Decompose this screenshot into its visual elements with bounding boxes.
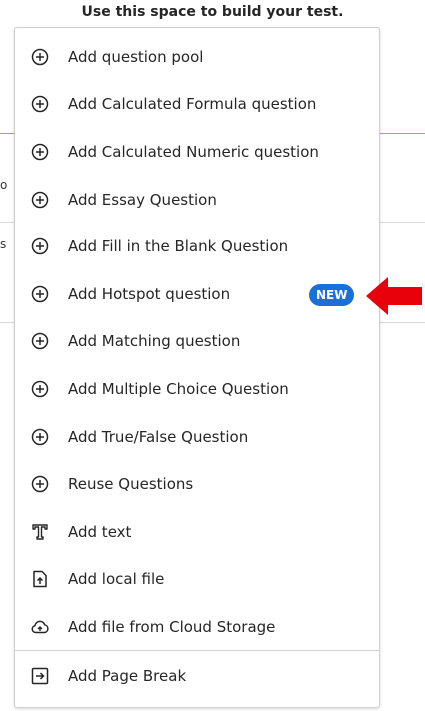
cloud-upload-icon: [31, 618, 49, 636]
menu-item-add-page-break[interactable]: Add Page Break: [15, 654, 379, 698]
plus-circle-icon: [31, 237, 49, 255]
menu-item-label: Add Hotspot question: [68, 285, 231, 303]
menu-item-label: Add file from Cloud Storage: [68, 618, 276, 636]
menu-item-label: Reuse Questions: [68, 475, 194, 493]
new-badge: NEW: [309, 284, 355, 306]
plus-circle-icon: [31, 95, 49, 113]
plus-circle-icon: [31, 380, 49, 398]
plus-circle-icon: [31, 191, 49, 209]
menu-item-label: Add Multiple Choice Question: [68, 380, 289, 398]
menu-item-reuse-questions[interactable]: Reuse Questions: [15, 462, 379, 506]
menu-item-add-calculated-formula[interactable]: Add Calculated Formula question: [15, 82, 379, 126]
menu-item-add-multiple-choice[interactable]: Add Multiple Choice Question: [15, 367, 379, 411]
background-text: s: [0, 237, 7, 251]
plus-circle-icon: [31, 428, 49, 446]
menu-item-add-true-false[interactable]: Add True/False Question: [15, 415, 379, 459]
menu-item-label: Add True/False Question: [68, 428, 249, 446]
plus-circle-icon: [31, 48, 49, 66]
plus-circle-icon: [31, 285, 49, 303]
menu-item-label: Add Calculated Numeric question: [68, 143, 319, 161]
menu-item-label: Add Fill in the Blank Question: [68, 237, 289, 255]
red-arrow-pointer: [366, 277, 422, 315]
menu-item-add-essay[interactable]: Add Essay Question: [15, 178, 379, 222]
menu-item-add-calculated-numeric[interactable]: Add Calculated Numeric question: [15, 130, 379, 174]
background-text: o: [0, 178, 8, 192]
menu-item-label: Add Calculated Formula question: [68, 95, 317, 113]
menu-item-add-text[interactable]: Add text: [15, 510, 379, 554]
menu-item-add-file-from-cloud[interactable]: Add file from Cloud Storage: [15, 605, 379, 649]
menu-item-add-matching[interactable]: Add Matching question: [15, 319, 379, 363]
menu-item-label: Add local file: [68, 570, 165, 588]
file-upload-icon: [31, 570, 49, 588]
menu-item-add-local-file[interactable]: Add local file: [15, 557, 379, 601]
menu-item-add-question-pool[interactable]: Add question pool: [15, 35, 379, 79]
plus-circle-icon: [31, 475, 49, 493]
menu-item-label: Add Matching question: [68, 332, 241, 350]
page-break-icon: [31, 667, 49, 685]
page-header: Use this space to build your test.: [81, 4, 344, 20]
plus-circle-icon: [31, 143, 49, 161]
text-icon: [31, 523, 49, 541]
menu-item-label: Add text: [68, 523, 132, 541]
add-content-menu: Add question pool Add Calculated Formula…: [14, 27, 380, 708]
menu-divider: [15, 650, 379, 651]
menu-item-add-hotspot[interactable]: Add Hotspot question NEW: [15, 272, 379, 316]
menu-item-add-fill-in-the-blank[interactable]: Add Fill in the Blank Question: [15, 224, 379, 268]
menu-item-label: Add Essay Question: [68, 191, 217, 209]
menu-item-label: Add Page Break: [68, 667, 187, 685]
menu-item-label: Add question pool: [68, 48, 204, 66]
plus-circle-icon: [31, 332, 49, 350]
